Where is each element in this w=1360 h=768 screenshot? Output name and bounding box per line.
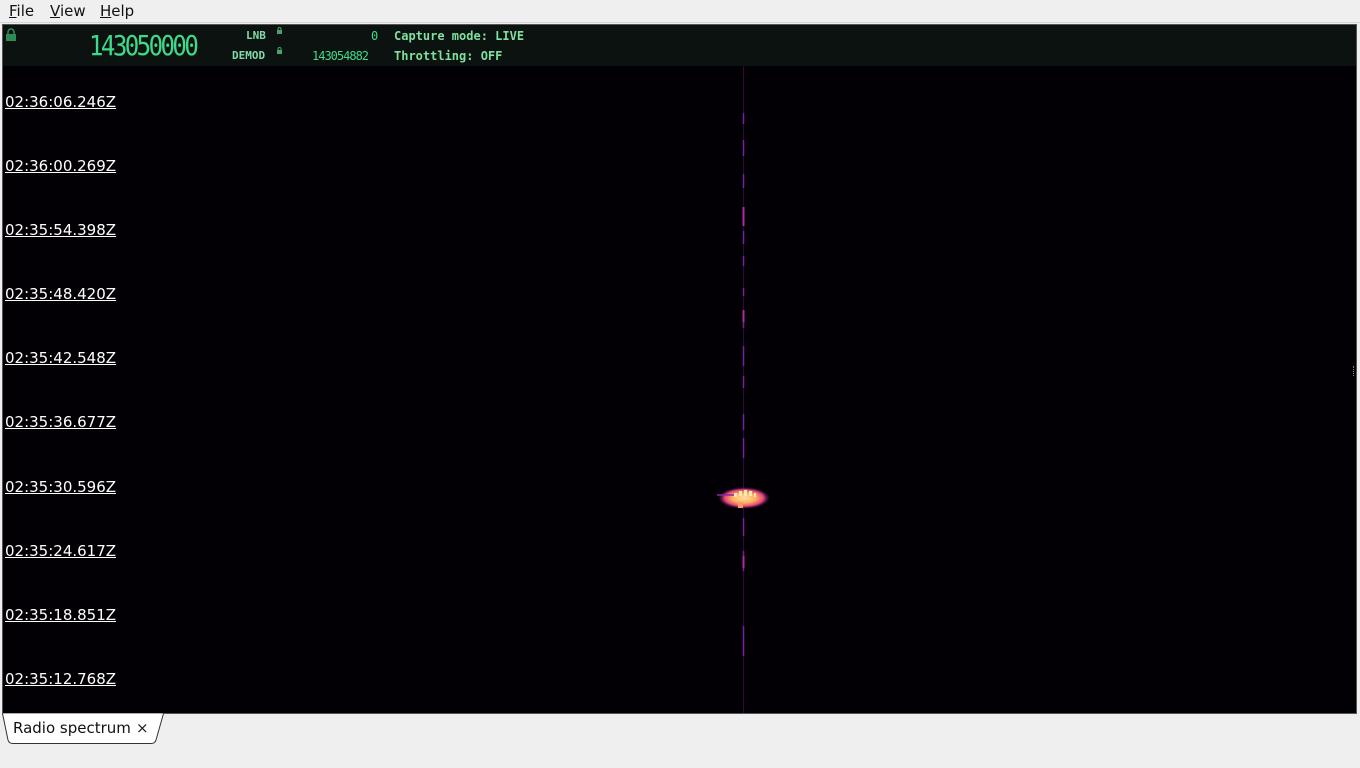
lnb-label: LNB [246, 29, 266, 42]
timestamp-label[interactable]: 02:36:06.246Z [5, 93, 116, 111]
demod-label: DEMOD [232, 49, 266, 62]
signal-trace [717, 66, 770, 713]
throttling-status: Throttling: OFF [394, 49, 503, 63]
menu-bar: File View Help [0, 0, 1360, 23]
main-frequency-display[interactable]: 143050000 [89, 29, 199, 63]
timestamp-label[interactable]: 02:35:18.851Z [5, 606, 116, 624]
menu-view[interactable]: View [50, 2, 86, 20]
frequency-header: 143050000 LNB 0 DEMOD 143054882 Capture … [3, 25, 1356, 66]
capture-mode-status: Capture mode: LIVE [394, 29, 525, 43]
waterfall-display[interactable]: 02:36:06.246Z 02:36:00.269Z 02:35:54.398… [3, 66, 1356, 713]
timestamp-label[interactable]: 02:35:54.398Z [5, 221, 116, 239]
tab-label: Radio spectrum [13, 719, 131, 737]
small-lock-icon[interactable] [276, 27, 283, 34]
lnb-frequency[interactable]: 0 [371, 29, 378, 43]
radio-spectrum-panel: 143050000 LNB 0 DEMOD 143054882 Capture … [2, 24, 1357, 714]
timestamp-label[interactable]: 02:35:36.677Z [5, 413, 116, 431]
close-icon[interactable]: × [136, 719, 149, 737]
timestamp-label[interactable]: 02:35:30.596Z [5, 478, 116, 496]
tab-bar: Radio spectrum × [0, 713, 1360, 768]
menu-help[interactable]: Help [100, 2, 134, 20]
demod-frequency[interactable]: 143054882 [312, 49, 369, 63]
lock-icon[interactable] [5, 28, 17, 41]
timestamp-label[interactable]: 02:35:24.617Z [5, 542, 116, 560]
tab-radio-spectrum[interactable]: Radio spectrum × [2, 713, 164, 745]
small-lock-icon[interactable] [276, 47, 283, 54]
resize-handle[interactable] [1353, 366, 1356, 376]
timestamp-label[interactable]: 02:35:42.548Z [5, 349, 116, 367]
menu-file[interactable]: File [9, 2, 34, 20]
timestamp-label[interactable]: 02:35:12.768Z [5, 670, 116, 688]
timestamp-label[interactable]: 02:36:00.269Z [5, 157, 116, 175]
timestamp-label[interactable]: 02:35:48.420Z [5, 285, 116, 303]
